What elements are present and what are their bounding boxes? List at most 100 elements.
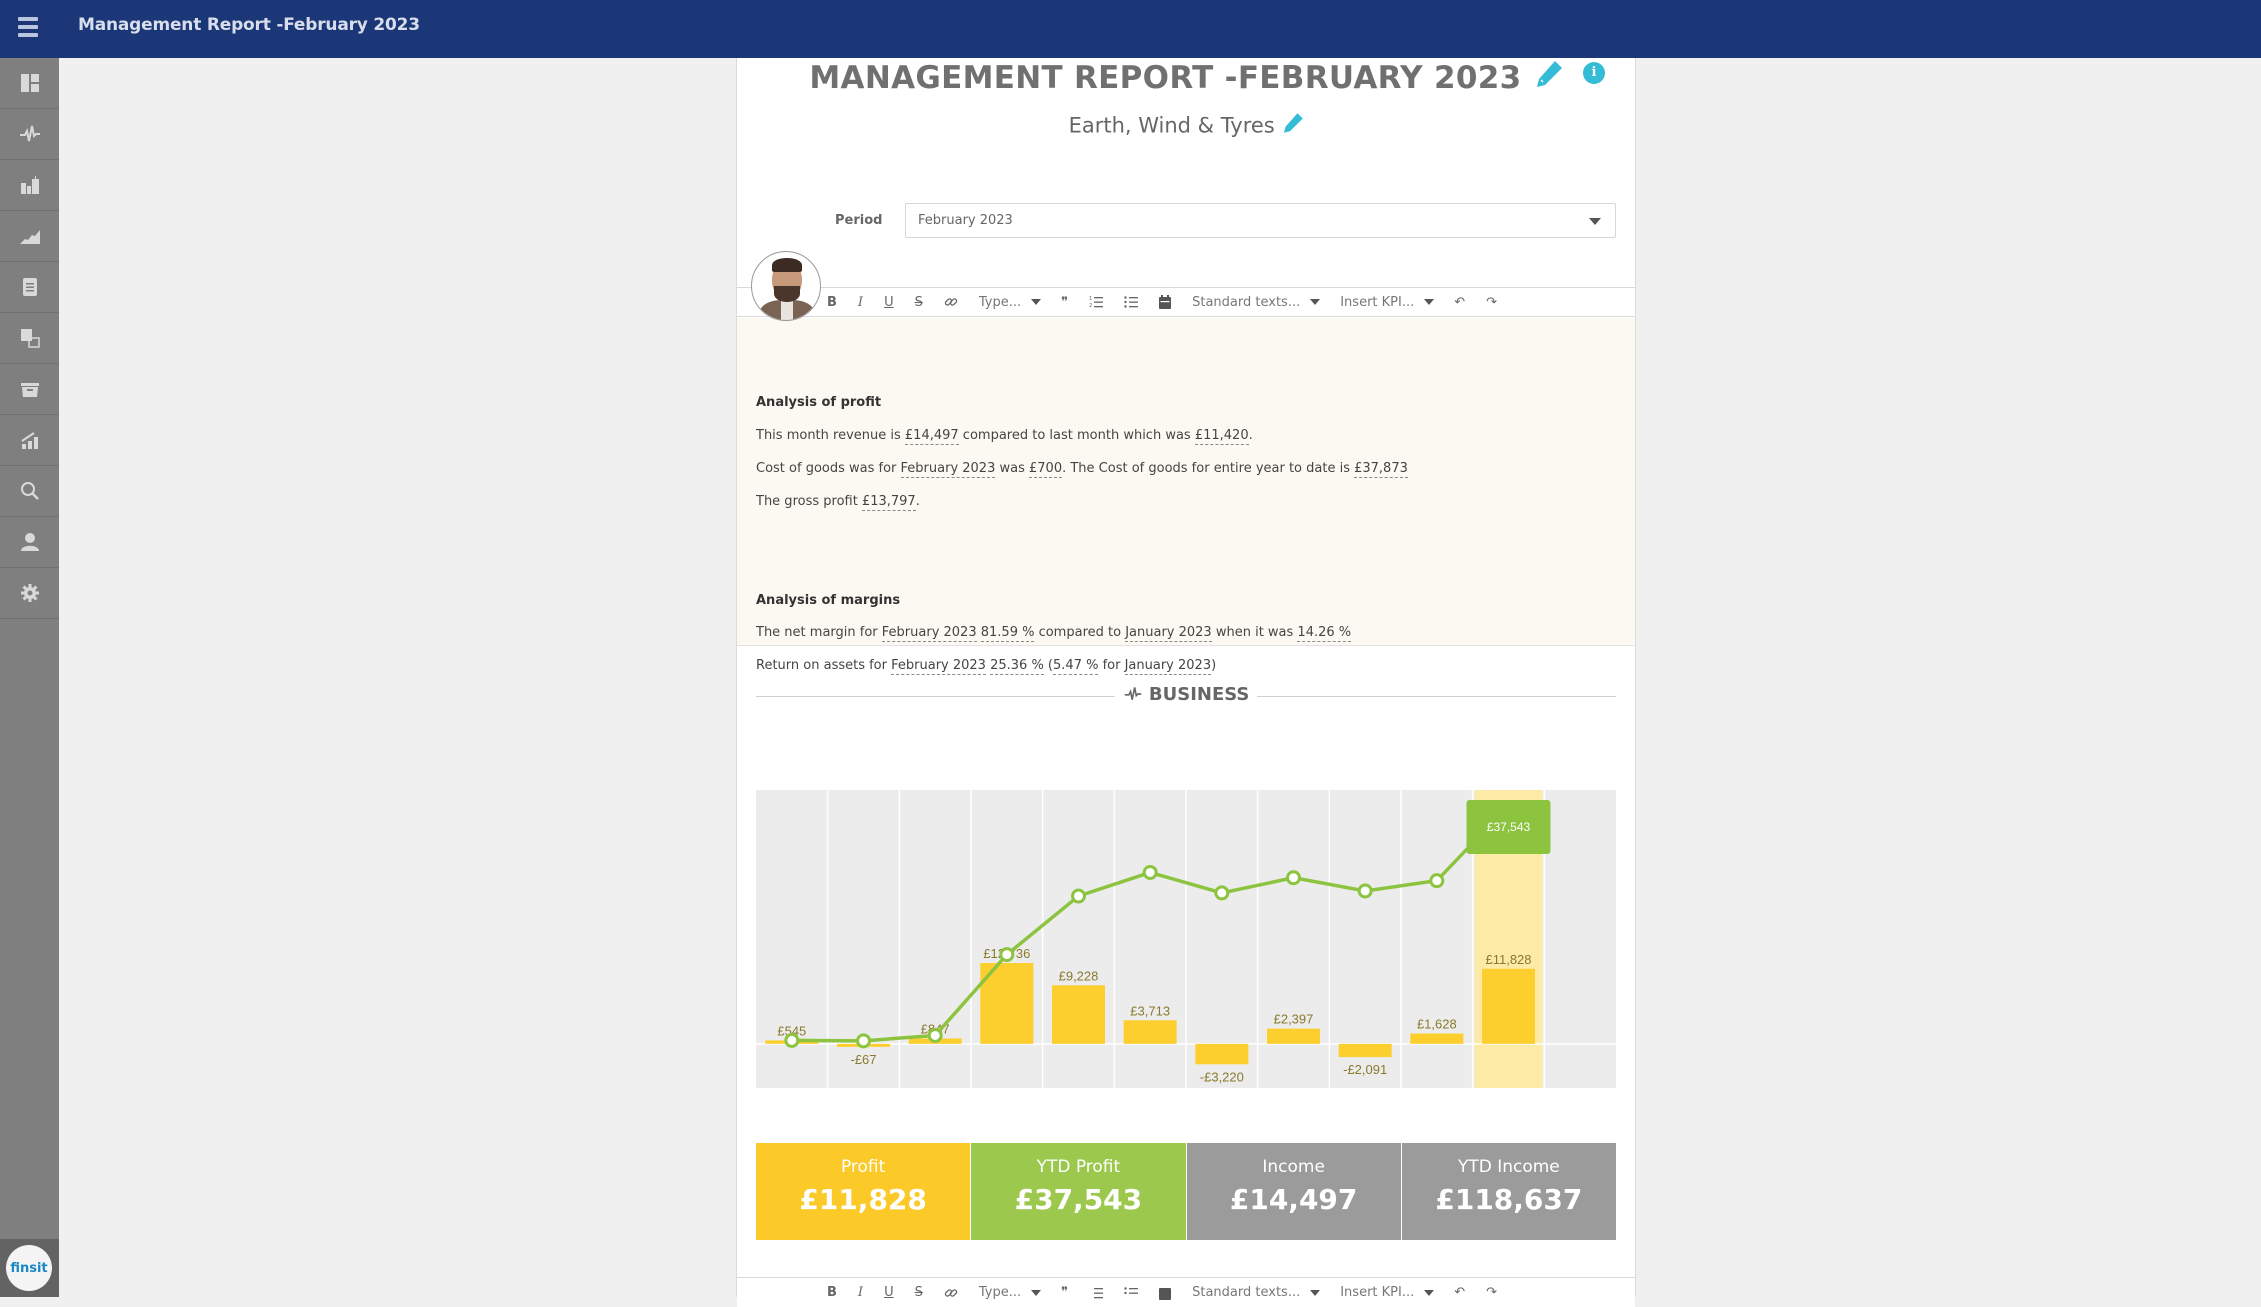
top-bar: Management Report -February 2023 [0, 0, 2261, 58]
tile-label: YTD Income [1457, 1157, 1560, 1177]
growth-chart-icon [20, 432, 38, 449]
sidebar-item-reports[interactable] [0, 262, 59, 313]
bold-button[interactable]: B [827, 295, 837, 310]
bar-data-label: £11,828 [1485, 952, 1531, 967]
italic-button[interactable]: I [858, 295, 863, 310]
kpi-return-on-assets[interactable]: 25.36 % [990, 658, 1044, 675]
kpi-ytd-cost-of-goods[interactable]: £37,873 [1354, 461, 1408, 478]
link-icon[interactable] [944, 295, 958, 309]
sidebar-item-users[interactable] [0, 517, 59, 568]
chevron-down-icon [1424, 1289, 1435, 1296]
link-icon[interactable] [944, 1286, 958, 1300]
tile-value: £11,828 [799, 1183, 927, 1216]
sidebar-item-settings[interactable] [0, 568, 59, 619]
standard-texts-dropdown[interactable]: Standard texts... [1192, 1285, 1321, 1300]
tile-label: Income [1262, 1157, 1325, 1177]
section-heading: BUSINESS [756, 684, 1616, 708]
period-select[interactable]: February 2023 [905, 203, 1616, 238]
sidebar-item-archive[interactable] [0, 364, 59, 415]
svg-text:2: 2 [1089, 303, 1092, 309]
kpi-tiles: Profit £11,828 YTD Profit £37,543 Income… [756, 1143, 1616, 1240]
calendar-icon[interactable] [1159, 1286, 1172, 1300]
sidebar-item-analytics[interactable] [0, 211, 59, 262]
bullet-list-icon[interactable] [1124, 1286, 1139, 1300]
sidebar-item-business[interactable] [0, 109, 59, 160]
hamburger-menu-icon[interactable] [18, 17, 38, 39]
type-dropdown[interactable]: Type... [979, 295, 1042, 310]
blockquote-button[interactable]: ❞ [1061, 1285, 1068, 1300]
kpi-net-margin[interactable]: 81.59 % [980, 625, 1035, 642]
sidebar-item-growth[interactable] [0, 415, 59, 466]
ordered-list-icon[interactable] [1089, 1286, 1104, 1300]
sidebar-item-report-templates[interactable] [0, 313, 59, 364]
undo-button[interactable]: ↶ [1454, 1285, 1465, 1300]
kpi-previous-period[interactable]: January 2023 [1125, 625, 1212, 642]
ytd-profit-point [1286, 870, 1301, 886]
chevron-down-icon [1310, 299, 1321, 305]
analysis-text-editor[interactable]: Analysis of profit This month revenue is… [737, 318, 1635, 646]
undo-button[interactable]: ↶ [1454, 295, 1465, 310]
kpi-period[interactable]: February 2023 [881, 625, 977, 642]
kpi-revenue[interactable]: £14,497 [904, 428, 959, 445]
kpi-previous-return-on-assets[interactable]: 5.47 % [1053, 658, 1099, 675]
tile-label: Profit [840, 1157, 886, 1177]
analysis-margins-heading: Analysis of margins [756, 593, 901, 608]
tile-ytd-income[interactable]: YTD Income £118,637 [1401, 1143, 1616, 1240]
sidebar: finsit [0, 58, 59, 1297]
sidebar-item-dashboard[interactable] [0, 58, 59, 109]
insert-kpi-dropdown[interactable]: Insert KPI... [1340, 295, 1435, 310]
tile-income[interactable]: Income £14,497 [1186, 1143, 1402, 1240]
sidebar-item-search[interactable] [0, 466, 59, 517]
avatar [751, 251, 821, 321]
edit-title-pencil-icon[interactable] [1533, 58, 1565, 98]
edit-subtitle-pencil-icon[interactable] [1281, 111, 1305, 140]
kpi-previous-period[interactable]: January 2023 [1124, 658, 1212, 675]
analysis-paragraph: The gross profit £13,797. [756, 494, 920, 511]
chevron-down-icon [1310, 1289, 1321, 1296]
report-subtitle-row: Earth, Wind & Tyres [737, 111, 1637, 140]
sidebar-item-companies[interactable] [0, 160, 59, 211]
ytd-profit-callout-label: £37,543 [1487, 820, 1531, 834]
report-title-row: MANAGEMENT REPORT -FEBRUARY 2023 [737, 58, 1637, 98]
bar-data-label: £9,228 [1059, 968, 1099, 983]
calendar-icon[interactable] [1159, 295, 1172, 309]
ordered-list-icon[interactable]: 12 [1089, 295, 1104, 309]
ytd-profit-point [856, 1033, 871, 1049]
analysis-paragraph: This month revenue is £14,497 compared t… [756, 428, 1253, 445]
finsit-logo[interactable]: finsit [6, 1245, 52, 1291]
bold-button[interactable]: B [827, 1285, 837, 1300]
report-panel: MANAGEMENT REPORT -FEBRUARY 2023 i Earth… [736, 58, 1637, 1307]
bullet-list-icon[interactable] [1124, 295, 1139, 309]
tile-profit[interactable]: Profit £11,828 [756, 1143, 972, 1240]
type-dropdown[interactable]: Type... [979, 1285, 1042, 1300]
user-icon [20, 533, 39, 551]
underline-button[interactable]: U [884, 1285, 894, 1300]
kpi-period[interactable]: February 2023 [900, 461, 996, 478]
chevron-down-icon [1589, 218, 1601, 225]
strikethrough-button[interactable]: S [915, 1285, 923, 1300]
pulse-icon [1124, 687, 1141, 700]
bar-data-label: -£67 [850, 1052, 876, 1067]
bar-dec [1338, 1043, 1392, 1058]
italic-button[interactable]: I [858, 1285, 863, 1300]
kpi-cost-of-goods[interactable]: £700 [1029, 461, 1063, 478]
strikethrough-button[interactable]: S [915, 295, 923, 310]
standard-texts-dropdown[interactable]: Standard texts... [1192, 295, 1321, 310]
kpi-gross-profit[interactable]: £13,797 [861, 494, 916, 511]
redo-button[interactable]: ↷ [1486, 1285, 1497, 1300]
bar-feb [1481, 968, 1536, 1044]
insert-kpi-dropdown[interactable]: Insert KPI... [1340, 1285, 1435, 1300]
svg-text:1: 1 [1089, 296, 1092, 302]
redo-button[interactable]: ↷ [1486, 295, 1497, 310]
ytd-profit-point [1071, 888, 1086, 904]
tile-ytd-profit[interactable]: YTD Profit £37,543 [971, 1143, 1187, 1240]
blockquote-button[interactable]: ❞ [1061, 295, 1068, 310]
kpi-last-month-revenue[interactable]: £11,420 [1194, 428, 1249, 445]
bar-data-label: -£3,220 [1200, 1069, 1244, 1084]
report-title: MANAGEMENT REPORT -FEBRUARY 2023 [809, 60, 1522, 96]
underline-button[interactable]: U [884, 295, 894, 310]
info-icon[interactable]: i [1583, 62, 1605, 84]
kpi-period[interactable]: February 2023 [891, 658, 986, 675]
bar-data-label: -£2,091 [1343, 1062, 1387, 1077]
kpi-previous-net-margin[interactable]: 14.26 % [1297, 625, 1352, 642]
